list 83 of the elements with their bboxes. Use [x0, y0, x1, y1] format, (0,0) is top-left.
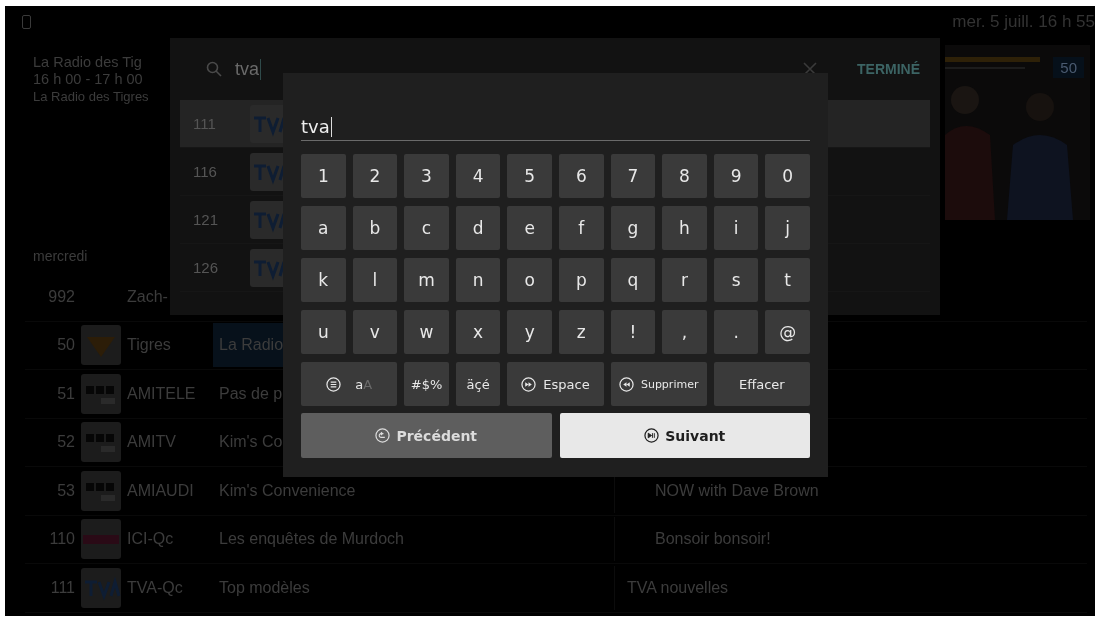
key[interactable]: 7: [610, 154, 656, 198]
search-icon: [206, 61, 222, 77]
key[interactable]: 6: [559, 154, 604, 198]
key[interactable]: w: [404, 310, 449, 354]
key[interactable]: o: [507, 258, 552, 302]
key[interactable]: a: [301, 206, 346, 250]
channel-name: Zach-: [127, 287, 169, 306]
channel-number: 50: [56, 336, 75, 355]
key[interactable]: t: [765, 258, 810, 302]
key[interactable]: Espace: [507, 362, 604, 406]
channel-number: 126: [192, 259, 220, 276]
channel-name: Tigres: [127, 336, 172, 355]
key[interactable]: 5: [507, 154, 552, 198]
key[interactable]: f: [559, 206, 604, 250]
key[interactable]: .: [713, 310, 759, 354]
menu-icon: [326, 376, 342, 392]
channel-name: TVA-Qc: [127, 578, 184, 597]
key[interactable]: k: [301, 258, 346, 302]
channel-number: 110: [48, 530, 75, 549]
channel-number: 992: [47, 287, 75, 306]
key[interactable]: z: [559, 310, 604, 354]
key[interactable]: 3: [404, 154, 449, 198]
channel-logo: [81, 422, 121, 463]
channel-logo: [81, 519, 121, 560]
channel-logo: [81, 325, 121, 366]
nav-button[interactable]: Suivant: [559, 413, 810, 458]
key[interactable]: s: [713, 258, 759, 302]
back-icon: [375, 428, 391, 443]
program-title: La Radio des Tig: [33, 54, 143, 71]
channel-number: 52: [56, 433, 75, 452]
key[interactable]: 8: [662, 154, 707, 198]
channel-number: 116: [192, 163, 218, 180]
key[interactable]: 9: [713, 154, 759, 198]
key[interactable]: h: [662, 206, 707, 250]
key[interactable]: p: [559, 258, 604, 302]
key[interactable]: #$%: [404, 362, 449, 406]
key[interactable]: n: [455, 258, 501, 302]
forward-icon: [521, 376, 537, 392]
channel-badge: 50: [1053, 57, 1084, 78]
key[interactable]: !: [610, 310, 656, 354]
key[interactable]: 2: [352, 154, 398, 198]
key[interactable]: l: [352, 258, 398, 302]
channel-number: 53: [56, 481, 75, 500]
key[interactable]: äçé: [455, 362, 501, 406]
channel-number: 111: [49, 578, 75, 597]
program-time: 16 h 00 - 17 h 00: [33, 71, 144, 88]
channel-name: AMIAUDI: [127, 481, 195, 500]
key[interactable]: ,: [662, 310, 707, 354]
key[interactable]: y: [507, 310, 552, 354]
channel-logo: [81, 567, 121, 608]
day-label: mercredi: [32, 247, 88, 266]
channel-name: AMITV: [127, 433, 177, 452]
key[interactable]: q: [610, 258, 656, 302]
channel-name: La Radio des Tigres: [33, 88, 149, 105]
key[interactable]: b: [352, 206, 398, 250]
channel-number: 51: [56, 384, 75, 403]
key[interactable]: 4: [455, 154, 501, 198]
nav-button[interactable]: Précédent: [301, 413, 552, 458]
key[interactable]: 1: [301, 154, 346, 198]
key[interactable]: Effacer: [713, 362, 810, 406]
channel-number: 121: [192, 211, 220, 228]
key[interactable]: @: [765, 310, 810, 354]
key[interactable]: c: [404, 206, 449, 250]
channel-logo: [81, 373, 121, 414]
key[interactable]: e: [507, 206, 552, 250]
channel-name: ICI-Qc: [127, 530, 175, 549]
key[interactable]: v: [352, 310, 398, 354]
key[interactable]: d: [455, 206, 501, 250]
text-field[interactable]: tva: [301, 111, 810, 141]
rewind-icon: [618, 376, 634, 392]
phone-icon: [22, 15, 31, 29]
key[interactable]: g: [610, 206, 656, 250]
key[interactable]: u: [301, 310, 346, 354]
channel-name: AMITELE: [127, 384, 197, 403]
key[interactable]: i: [713, 206, 759, 250]
key[interactable]: j: [765, 206, 810, 250]
channel-logo: [81, 470, 121, 511]
key[interactable]: x: [455, 310, 501, 354]
play-icon: [644, 428, 660, 443]
key[interactable]: Supprimer: [610, 362, 707, 406]
key[interactable]: 0: [765, 154, 810, 198]
key[interactable]: r: [662, 258, 707, 302]
key[interactable]: m: [404, 258, 449, 302]
